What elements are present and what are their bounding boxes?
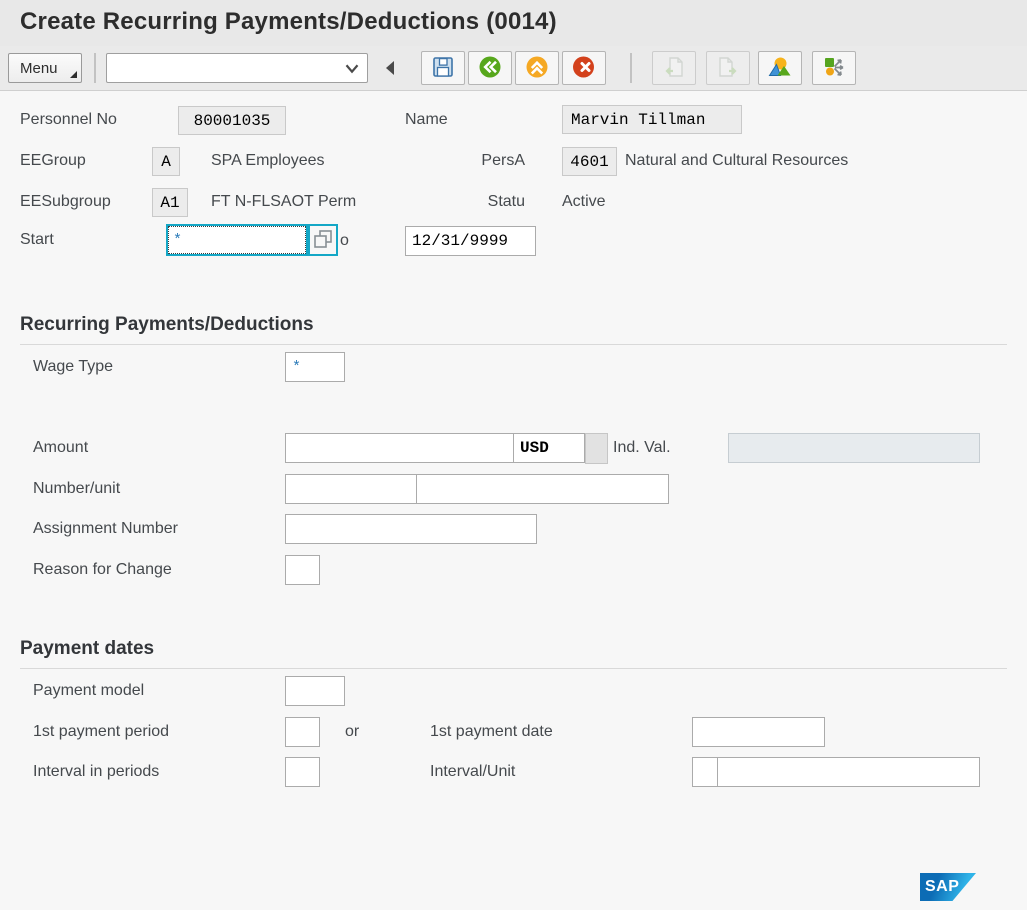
start-date-field-wrap [166,224,308,256]
overview-icon [767,55,793,82]
previous-record-button [652,51,696,85]
first-payment-period-label: 1st payment period [33,717,169,747]
cancel-icon [572,55,596,82]
pers-a-label: PersA [465,146,525,176]
pers-a-description: Natural and Cultural Resources [625,146,848,176]
previous-record-icon [662,55,686,82]
ee-group-description: SPA Employees [211,146,325,176]
status-value: Active [562,187,606,217]
value-help-button[interactable] [308,224,338,256]
toolbar: Menu [0,46,1027,91]
exit-icon [525,55,549,82]
assignment-number-label: Assignment Number [33,514,178,544]
save-icon [431,55,455,82]
first-payment-period-input[interactable] [285,717,320,747]
reason-for-change-label: Reason for Change [33,555,172,585]
title-bar: Create Recurring Payments/Deductions (00… [0,0,1027,46]
menu-button[interactable]: Menu [8,53,82,83]
pers-a-field: 4601 [562,147,617,176]
dropdown-chevron-icon[interactable] [341,57,363,79]
unit-input[interactable] [416,474,669,504]
toolbar-separator [630,53,632,83]
sap-logo: SAP [920,873,976,901]
services-for-object-button[interactable] [812,51,856,85]
name-field: Marvin Tillman [562,105,742,134]
amount-input[interactable] [285,433,514,463]
ee-subgroup-label: EESubgroup [20,187,111,217]
first-payment-date-label: 1st payment date [430,717,553,747]
assignment-number-input[interactable] [285,514,537,544]
overview-button[interactable] [758,51,802,85]
or-label: or [345,717,359,747]
interval-in-periods-input[interactable] [285,757,320,787]
value-help-icon [311,227,335,254]
personnel-no-field: 80001035 [178,106,286,135]
exit-button[interactable] [515,51,559,85]
next-record-button [706,51,750,85]
content-area: Personnel No 80001035 Name Marvin Tillma… [0,92,1027,910]
sap-logo-text: SAP [925,878,959,895]
back-icon [478,55,502,82]
sap-window: Create Recurring Payments/Deductions (00… [0,0,1027,910]
back-button[interactable] [468,51,512,85]
status-label: Statu [465,187,525,217]
start-date-input[interactable] [168,226,306,254]
end-date-input[interactable] [405,226,536,256]
menu-corner-triangle-icon [70,71,77,78]
wage-type-label: Wage Type [33,352,113,382]
recurring-section-title: Recurring Payments/Deductions [20,314,314,336]
number-input[interactable] [285,474,417,504]
payment-dates-section-title: Payment dates [20,638,154,660]
toolbar-separator [94,53,96,83]
services-for-object-icon [822,55,846,82]
command-input[interactable] [107,54,339,82]
interval-unit-input[interactable] [717,757,980,787]
ee-group-field: A [152,147,180,176]
menu-button-label: Menu [20,60,58,77]
interval-in-periods-label: Interval in periods [33,757,159,787]
cancel-button[interactable] [562,51,606,85]
amount-label: Amount [33,433,88,463]
ee-group-label: EEGroup [20,146,86,176]
interval-unit-label: Interval/Unit [430,757,515,787]
start-label: Start [20,225,54,255]
number-unit-label: Number/unit [33,474,120,504]
payment-model-input[interactable] [285,676,345,706]
collapse-left-arrow-icon[interactable] [382,57,398,79]
page-title: Create Recurring Payments/Deductions (00… [20,8,557,36]
interval-input[interactable] [692,757,718,787]
personnel-no-label: Personnel No [20,105,117,135]
next-record-icon [716,55,740,82]
command-field [106,53,368,83]
section-divider [20,668,1007,669]
reason-for-change-input[interactable] [285,555,320,585]
save-button[interactable] [421,51,465,85]
name-label: Name [405,105,448,135]
currency-input[interactable] [513,433,585,463]
ee-subgroup-description: FT N-FLSAOT Perm [211,187,356,217]
to-label: o [340,226,349,256]
indirect-valuation-input [728,433,980,463]
section-divider [20,344,1007,345]
ind-val-label: Ind. Val. [613,433,671,463]
currency-help-button[interactable] [585,433,608,464]
first-payment-date-input[interactable] [692,717,825,747]
payment-model-label: Payment model [33,676,144,706]
wage-type-input[interactable] [285,352,345,382]
ee-subgroup-field: A1 [152,188,188,217]
